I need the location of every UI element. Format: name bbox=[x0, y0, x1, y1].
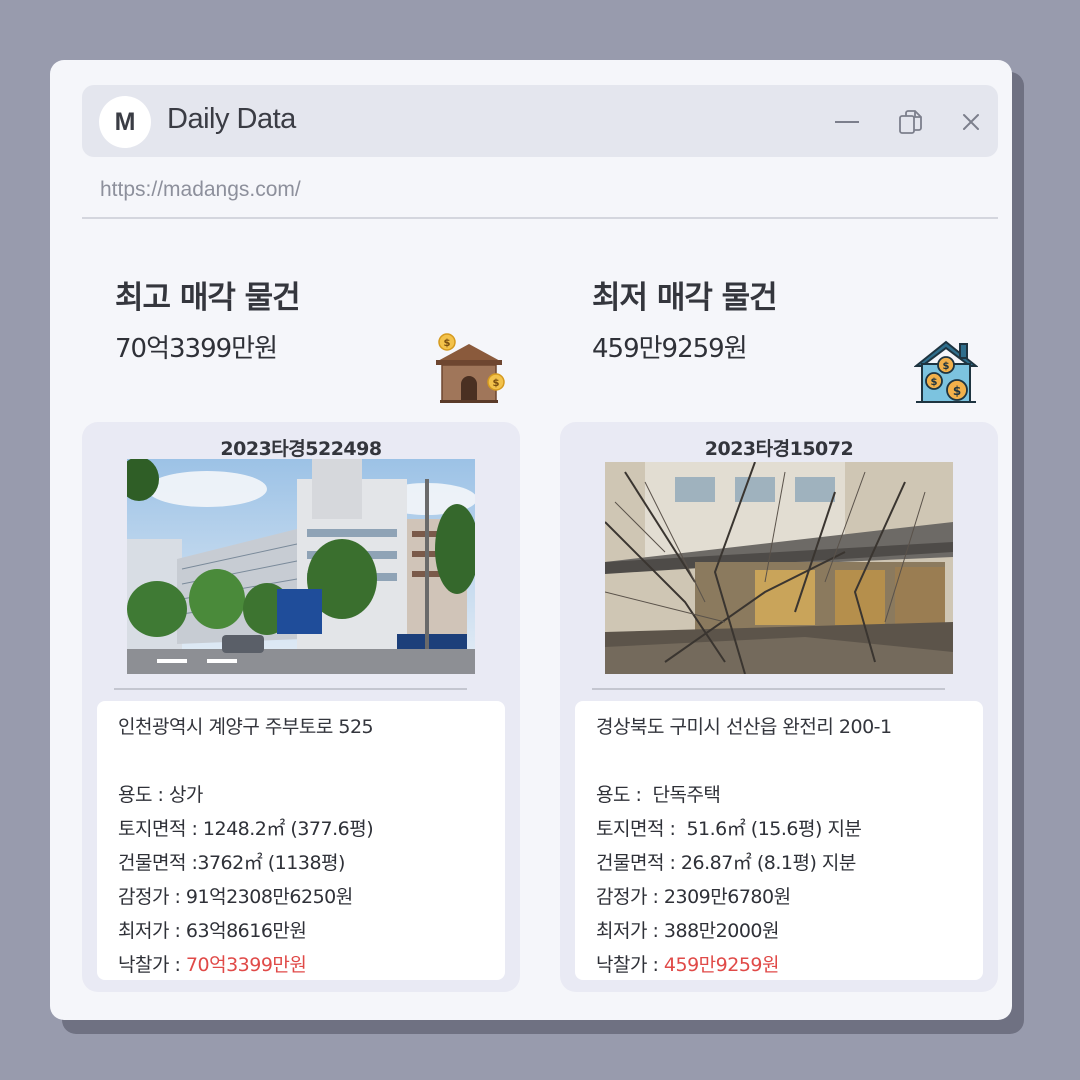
detail-label: 감정가 : bbox=[118, 886, 186, 908]
lowest-heading: 최저 매각 물건 bbox=[592, 280, 778, 316]
detail-row-appraisal: 감정가 : 91억2308만6250원 bbox=[118, 880, 373, 914]
detail-label: 용도 : bbox=[596, 784, 653, 806]
url-text[interactable]: https://madangs.com/ bbox=[100, 178, 301, 202]
detail-value: 3762㎡ (1138평) bbox=[197, 852, 345, 874]
detail-label: 최저가 : bbox=[596, 920, 664, 942]
app-window: M Daily Data https://madangs.com/ 최고 매각 … bbox=[50, 60, 1012, 1020]
card-divider bbox=[114, 688, 467, 690]
card-divider bbox=[592, 688, 945, 690]
detail-value: 388만2000원 bbox=[663, 920, 780, 942]
house-money-icon: $ $ bbox=[432, 332, 506, 404]
highest-card[interactable]: 2023타경522498 인천광역시 계양구 주부토로 525 용도: 상가 … bbox=[82, 422, 520, 992]
highest-amount: 70억3399만원 bbox=[115, 334, 278, 364]
case-number: 2023타경15072 bbox=[704, 438, 854, 460]
winning-bid-value: 459만9259원 bbox=[663, 954, 780, 976]
detail-row-appraisal: 감정가 : 2309만6780원 bbox=[596, 880, 861, 914]
detail-row-minimum: 최저가 : 63억8616만원 bbox=[118, 914, 373, 948]
detail-value: 단독주택 bbox=[652, 784, 721, 806]
detail-row-winning-bid: 낙찰가 : 459만9259원 bbox=[596, 948, 861, 982]
svg-text:$: $ bbox=[943, 361, 950, 372]
detail-value: 1248.2㎡ (377.6평) bbox=[202, 818, 374, 840]
detail-label: 감정가 : bbox=[596, 886, 664, 908]
detail-value: 26.87㎡ (8.1평) 지분 bbox=[680, 852, 856, 874]
detail-row-building-area: 건물면적 :3762㎡ (1138평) bbox=[118, 846, 373, 880]
house-coins-icon: $ $ $ bbox=[913, 338, 988, 410]
case-number: 2023타경522498 bbox=[220, 438, 382, 460]
detail-label: 토지면적 : bbox=[596, 818, 687, 840]
detail-row-usage: 용도 : 단독주택 bbox=[596, 778, 861, 812]
property-address: 경상북도 구미시 선산읍 완전리 200-1 bbox=[596, 716, 892, 738]
detail-label: 건물면적 : bbox=[118, 852, 198, 874]
property-info: 경상북도 구미시 선산읍 완전리 200-1 용도 : 단독주택 토지면적 : … bbox=[575, 701, 983, 980]
winning-bid-value: 70억3399만원 bbox=[185, 954, 307, 976]
detail-value: 상가 bbox=[168, 784, 203, 806]
detail-row-usage: 용도 : 상가 bbox=[118, 778, 373, 812]
highest-heading: 최고 매각 물건 bbox=[115, 280, 301, 316]
header-divider bbox=[82, 217, 998, 219]
lowest-card[interactable]: 2023타경15072 경상북도 구미시 선산읍 완전리 200-1 용도: … bbox=[560, 422, 998, 992]
property-details: 용도 : 상가 토지면적 : 1248.2㎡ (377.6평) 건물면적 :37… bbox=[118, 778, 374, 982]
detail-label: 토지면적 : bbox=[118, 818, 203, 840]
detail-value: 2309만6780원 bbox=[663, 886, 791, 908]
property-photo[interactable] bbox=[127, 459, 475, 674]
property-photo[interactable] bbox=[605, 462, 953, 674]
detail-row-winning-bid: 낙찰가 : 70억3399만원 bbox=[118, 948, 373, 982]
detail-label: 최저가 : bbox=[118, 920, 186, 942]
detail-value: 63억8616만원 bbox=[185, 920, 307, 942]
detail-row-minimum: 최저가 : 388만2000원 bbox=[596, 914, 861, 948]
property-info: 인천광역시 계양구 주부토로 525 용도 : 상가 토지면적 : 1248.2… bbox=[97, 701, 505, 980]
detail-value: 51.6㎡ (15.6평) 지분 bbox=[686, 818, 862, 840]
app-title: Daily Data bbox=[167, 103, 296, 135]
detail-label: 용도 : bbox=[118, 784, 169, 806]
title-bar: M Daily Data bbox=[82, 85, 998, 157]
svg-text:$: $ bbox=[931, 377, 938, 388]
detail-row-land-area: 토지면적 : 1248.2㎡ (377.6평) bbox=[118, 812, 374, 846]
minimize-icon[interactable] bbox=[832, 107, 862, 137]
copy-icon[interactable] bbox=[896, 107, 926, 137]
detail-label: 낙찰가 : bbox=[118, 954, 186, 976]
detail-label: 낙찰가 : bbox=[596, 954, 664, 976]
lowest-amount: 459만9259원 bbox=[592, 334, 748, 364]
property-details: 용도 : 단독주택 토지면적 : 51.6㎡ (15.6평) 지분 건물면적 :… bbox=[596, 778, 862, 982]
detail-row-building-area: 건물면적 : 26.87㎡ (8.1평) 지분 bbox=[596, 846, 861, 880]
property-address: 인천광역시 계양구 주부토로 525 bbox=[118, 716, 374, 738]
app-avatar: M bbox=[99, 96, 151, 148]
svg-text:$: $ bbox=[493, 378, 500, 389]
close-icon[interactable] bbox=[956, 107, 986, 137]
detail-row-land-area: 토지면적 : 51.6㎡ (15.6평) 지분 bbox=[596, 812, 862, 846]
detail-label: 건물면적 : bbox=[596, 852, 681, 874]
svg-text:$: $ bbox=[953, 384, 961, 398]
detail-value: 91억2308만6250원 bbox=[185, 886, 353, 908]
svg-text:$: $ bbox=[444, 338, 451, 349]
